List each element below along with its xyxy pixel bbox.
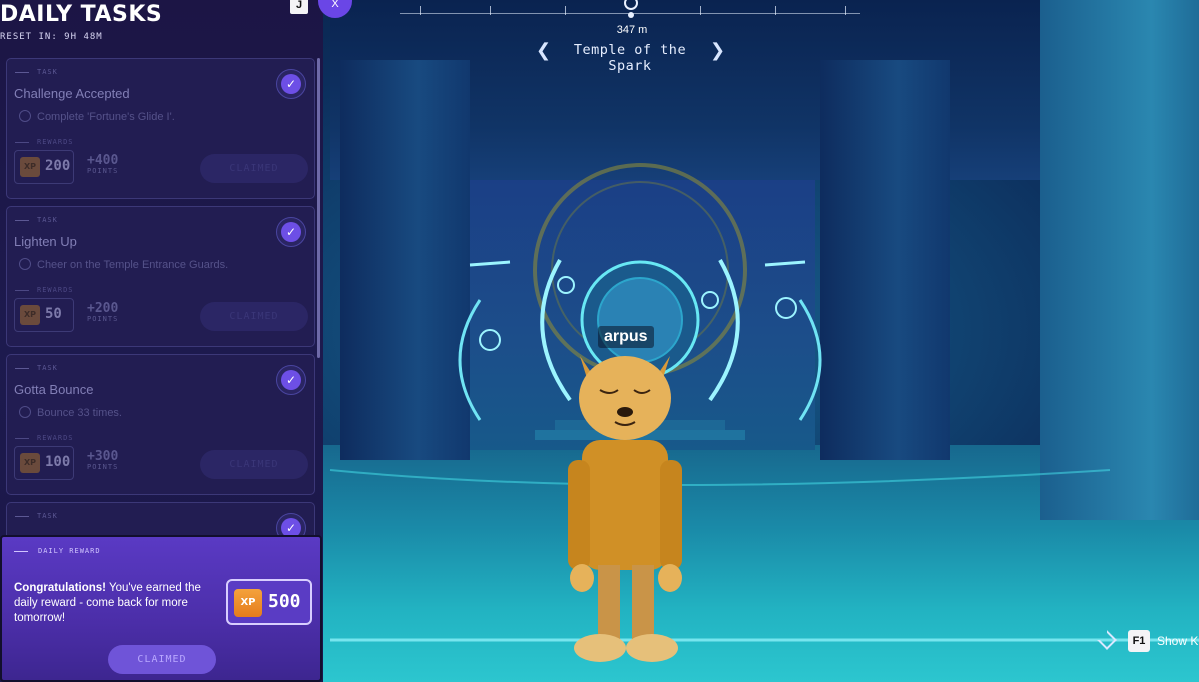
task-complete-badge: ✓ <box>276 69 306 99</box>
keybind-hint-label: Show Ke <box>1157 634 1199 648</box>
panel-scrollbar[interactable] <box>317 58 320 358</box>
task-complete-badge: ✓ <box>276 365 306 395</box>
objective-check-icon <box>19 406 31 418</box>
location-name: Temple of the Spark <box>573 42 687 74</box>
task-card: TASK Lighten Up Cheer on the Temple Entr… <box>6 206 315 347</box>
xp-value: 200 <box>45 158 71 174</box>
compass-tick <box>565 6 566 15</box>
location-banner: ❮ Temple of the Spark ❯ <box>536 38 726 74</box>
points-reward: +400 POINTS <box>87 153 119 175</box>
check-icon: ✓ <box>281 370 301 390</box>
waypoint-icon <box>624 0 638 10</box>
waypoint-dot <box>628 12 634 18</box>
player-character <box>568 356 682 662</box>
task-complete-badge: ✓ <box>276 217 306 247</box>
waypoint-distance: 347 m <box>616 24 648 36</box>
task-card: TASK Challenge Accepted Complete 'Fortun… <box>6 58 315 199</box>
xp-badge-icon: XP <box>20 453 40 473</box>
xp-reward: XP 50 <box>14 298 74 332</box>
task-name: Challenge Accepted <box>14 86 130 101</box>
check-icon: ✓ <box>281 74 301 94</box>
points-reward: +300 POINTS <box>87 449 119 471</box>
task-name: Gotta Bounce <box>14 382 94 397</box>
chevron-left-icon: ❮ <box>536 40 552 61</box>
claimed-button[interactable]: CLAIMED <box>200 450 308 479</box>
task-kicker: TASK <box>15 512 58 520</box>
daily-tasks-panel: DAILY TASKS RESET IN: 9H 48M TASK Challe… <box>0 0 323 682</box>
keybind-hint[interactable]: F1 Show Ke <box>1097 630 1199 652</box>
daily-reward-card: DAILY REWARD Congratulations! You've ear… <box>0 535 322 682</box>
task-kicker: TASK <box>15 364 58 372</box>
daily-reward-xp: XP 500 <box>226 579 312 625</box>
claimed-button[interactable]: CLAIMED <box>200 302 308 331</box>
task-objective: Complete 'Fortune's Glide I'. <box>19 110 175 123</box>
xp-value: 50 <box>45 306 62 322</box>
journal-key[interactable]: J <box>290 0 308 14</box>
task-name: Lighten Up <box>14 234 77 249</box>
chevron-right-icon: ❯ <box>710 40 726 61</box>
compass-tick <box>775 6 776 15</box>
xp-badge-icon: XP <box>20 157 40 177</box>
rewards-kicker: REWARDS <box>15 286 74 294</box>
xp-reward: XP 100 <box>14 446 74 480</box>
compass-tick <box>845 6 846 15</box>
task-card: TASK Gotta Bounce Bounce 33 times. REWAR… <box>6 354 315 495</box>
daily-reward-kicker: DAILY REWARD <box>14 547 101 555</box>
objective-check-icon <box>19 110 31 122</box>
compass-tick <box>700 6 701 15</box>
compass-tick <box>420 6 421 15</box>
daily-reward-xp-value: 500 <box>268 591 301 612</box>
objective-check-icon <box>19 258 31 270</box>
xp-reward: XP 200 <box>14 150 74 184</box>
compass-tick <box>490 6 491 15</box>
xp-value: 100 <box>45 454 71 470</box>
rewards-kicker: REWARDS <box>15 138 74 146</box>
task-objective: Cheer on the Temple Entrance Guards. <box>19 258 228 271</box>
claimed-button[interactable]: CLAIMED <box>200 154 308 183</box>
daily-reward-claimed-button[interactable]: CLAIMED <box>108 645 216 674</box>
points-reward: +200 POINTS <box>87 301 119 323</box>
check-icon: ✓ <box>281 222 301 242</box>
task-objective: Bounce 33 times. <box>19 406 122 419</box>
xp-badge-icon: XP <box>20 305 40 325</box>
task-kicker: TASK <box>15 216 58 224</box>
task-kicker: TASK <box>15 68 58 76</box>
diamond-icon <box>1097 630 1117 650</box>
reset-timer: RESET IN: 9H 48M <box>0 32 103 42</box>
xp-badge-icon: XP <box>234 589 262 617</box>
player-nametag: arpus <box>598 326 654 348</box>
f1-key[interactable]: F1 <box>1128 630 1150 652</box>
daily-reward-message: Congratulations! You've earned the daily… <box>14 582 201 624</box>
rewards-kicker: REWARDS <box>15 434 74 442</box>
panel-title: DAILY TASKS <box>0 2 163 27</box>
